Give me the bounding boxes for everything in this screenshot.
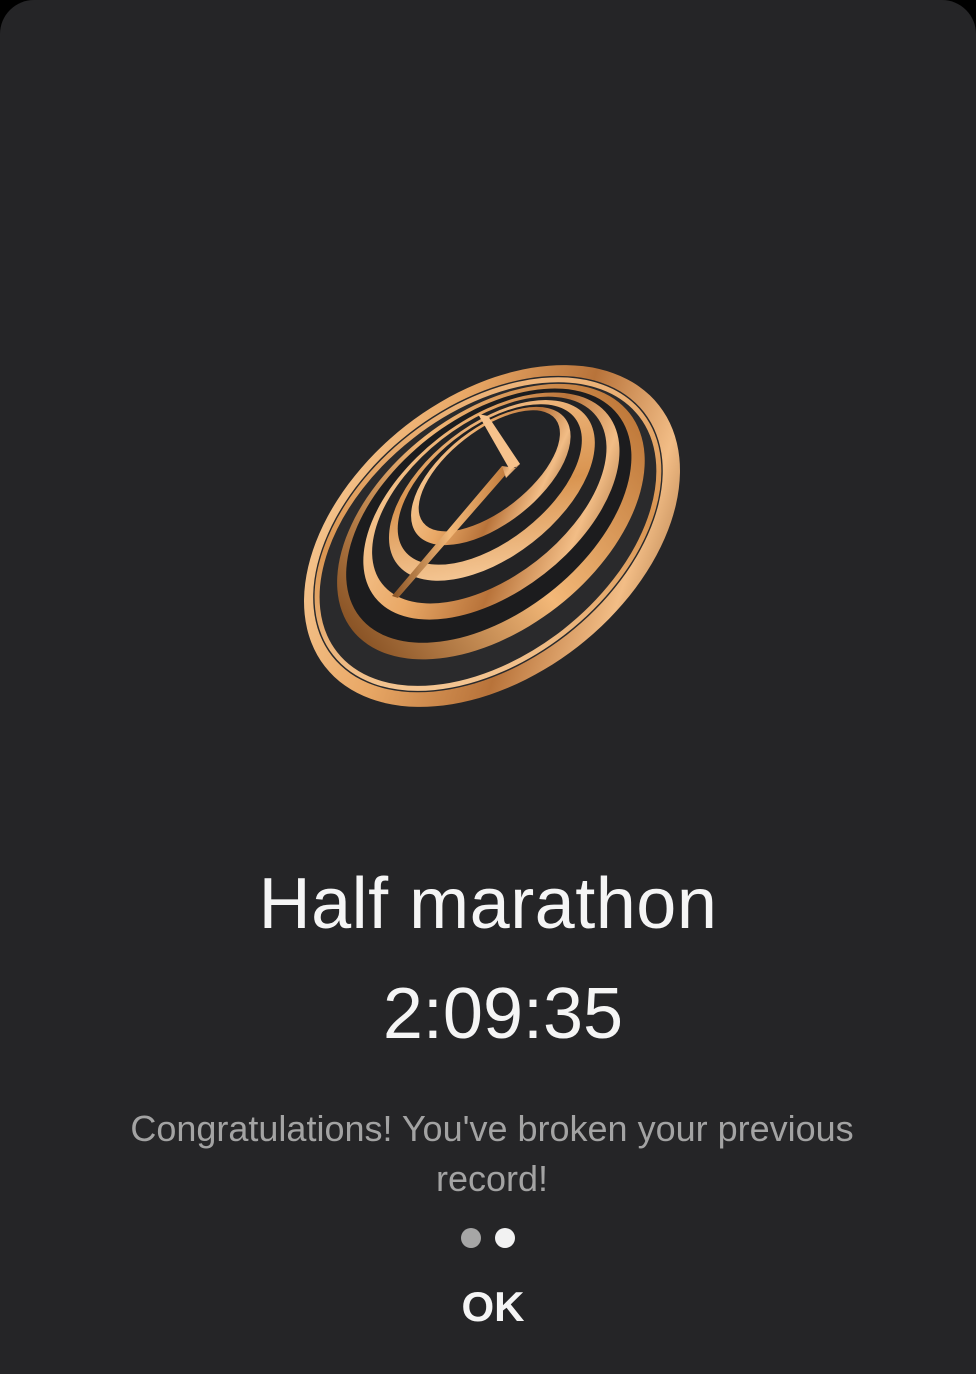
gold-clock-medal-icon [262,306,722,766]
record-title: Half marathon [258,864,718,944]
achievement-dialog: Half marathon 2:09:35 Congratulations! Y… [0,0,976,1374]
page-dot-1[interactable] [461,1228,481,1248]
page-indicator [0,1228,976,1250]
ok-button[interactable]: OK [388,1270,598,1344]
congratulations-message: Congratulations! You've broken your prev… [130,1108,854,1199]
page-dot-2-active[interactable] [495,1228,515,1248]
record-time: 2:09:35 [382,974,624,1054]
